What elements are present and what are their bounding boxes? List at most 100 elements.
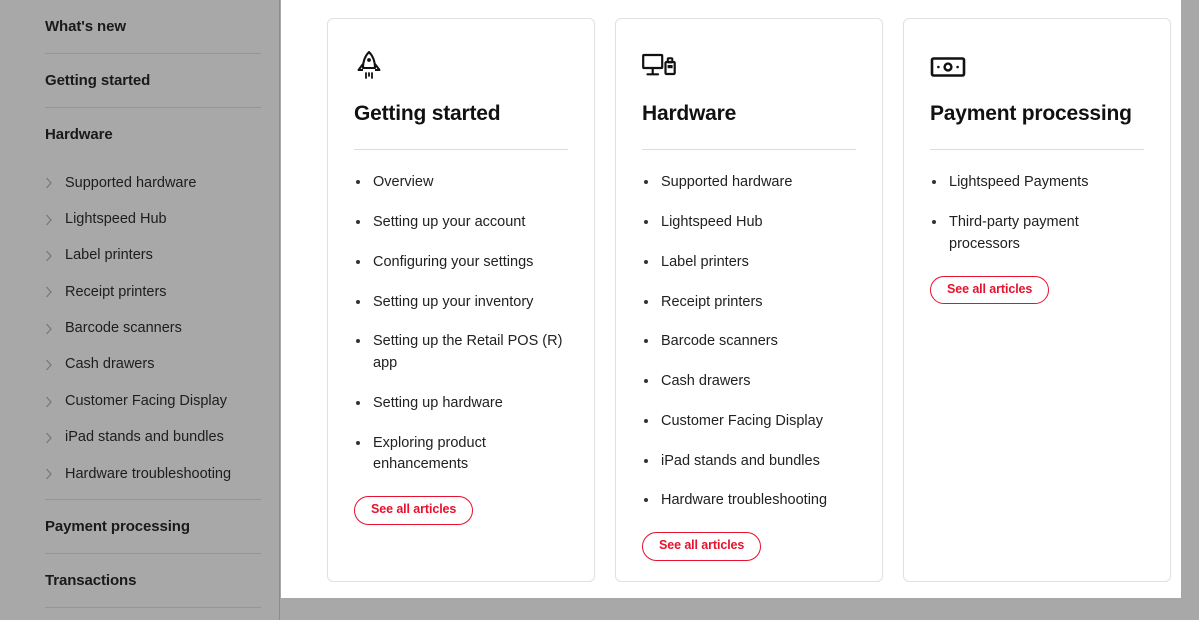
chevron-right-icon xyxy=(45,214,65,226)
sidebar-item-label: Supported hardware xyxy=(65,174,197,191)
sidebar-item-supported-hardware[interactable]: Supported hardware xyxy=(45,165,261,201)
list-item[interactable]: Setting up hardware xyxy=(354,393,568,415)
list-item-label: Supported hardware xyxy=(661,174,793,191)
see-all-articles-button[interactable]: See all articles xyxy=(642,532,762,561)
chevron-right-icon xyxy=(45,323,65,335)
list-item[interactable]: Configuring your settings xyxy=(354,252,568,274)
sidebar-item-label: Transactions xyxy=(45,571,137,589)
sidebar-item-label: Payment processing xyxy=(45,517,190,535)
sidebar-item-label: Cash drawers xyxy=(65,356,155,373)
sidebar-item-inventory[interactable]: Inventory xyxy=(45,608,261,620)
sidebar-item-label: Hardware troubleshooting xyxy=(65,465,232,482)
list-item-label: Hardware troubleshooting xyxy=(661,492,828,509)
list-item-label: Label printers xyxy=(661,253,749,270)
list-item-label: Third-party payment processors xyxy=(949,214,1079,252)
card-title: Payment processing xyxy=(930,102,1132,125)
list-item[interactable]: Setting up the Retail POS (R) app xyxy=(354,331,568,375)
list-item[interactable]: Receipt printers xyxy=(642,292,856,314)
sidebar-item-cash-drawers[interactable]: Cash drawers xyxy=(45,347,261,383)
sidebar-item-label: Receipt printers xyxy=(65,283,167,300)
card-list-wrapper: Lightspeed Payments Third-party payment … xyxy=(930,172,1144,255)
card-title: Getting started xyxy=(354,102,501,125)
chevron-right-icon xyxy=(45,250,65,262)
sidebar-item-customer-facing-display[interactable]: Customer Facing Display xyxy=(45,383,261,419)
rocket-icon xyxy=(354,47,568,87)
chevron-right-icon xyxy=(45,359,65,371)
card-divider xyxy=(930,149,1144,151)
sidebar-item-label: What's new xyxy=(45,18,126,35)
list-item[interactable]: Lightspeed Payments xyxy=(930,172,1144,194)
list-item-label: Setting up hardware xyxy=(373,394,503,411)
list-item-label: Lightspeed Hub xyxy=(661,214,763,230)
sidebar-item-transactions[interactable]: Transactions xyxy=(45,554,261,607)
list-item[interactable]: Setting up your inventory xyxy=(354,292,568,314)
list-item-label: Cash drawers xyxy=(661,373,751,389)
chevron-right-icon xyxy=(45,468,65,480)
list-item-label: Setting up your account xyxy=(373,214,526,230)
card-article-list: Supported hardware Lightspeed Hub Label … xyxy=(642,172,856,512)
see-all-articles-button[interactable]: See all articles xyxy=(930,275,1050,305)
list-item[interactable]: Lightspeed Hub xyxy=(642,212,856,234)
list-item-label: Setting up your inventory xyxy=(373,293,534,310)
sidebar-item-lightspeed-hub[interactable]: Lightspeed Hub xyxy=(45,201,261,237)
list-item[interactable]: iPad stands and bundles xyxy=(642,451,856,473)
sidebar-item-ipad-stands-and-bundles[interactable]: iPad stands and bundles xyxy=(45,420,261,456)
list-item-label: Barcode scanners xyxy=(661,333,778,350)
list-item[interactable]: Customer Facing Display xyxy=(642,411,856,433)
category-card-getting-started: Getting started Overview Setting up your… xyxy=(327,18,595,582)
category-card-payment-processing: Payment processing Lightspeed Payments T… xyxy=(903,18,1171,582)
list-item-label: Lightspeed Payments xyxy=(949,174,1089,191)
card-divider xyxy=(354,149,568,151)
sidebar-subitems: Supported hardware Lightspeed Hub Label … xyxy=(45,161,261,499)
card-divider xyxy=(642,149,856,151)
sidebar-item-payment-processing[interactable]: Payment processing xyxy=(45,500,261,553)
category-card-hardware: Hardware Supported hardware Lightspeed H… xyxy=(615,18,883,582)
sidebar-item-label: Hardware xyxy=(45,126,113,143)
chevron-right-icon xyxy=(45,177,65,189)
list-item-label: Setting up the Retail POS (R) app xyxy=(373,333,563,371)
sidebar-item-label: Barcode scanners xyxy=(65,320,182,337)
list-item[interactable]: Supported hardware xyxy=(642,172,856,194)
sidebar-item-barcode-scanners[interactable]: Barcode scanners xyxy=(45,311,261,347)
list-item-label: Customer Facing Display xyxy=(661,412,823,429)
category-card-grid: Getting started Overview Setting up your… xyxy=(327,18,1171,582)
sidebar-item-whats-new[interactable]: What's new xyxy=(45,0,261,53)
sidebar-item-label: iPad stands and bundles xyxy=(65,429,224,446)
sidebar-item-hardware[interactable]: Hardware xyxy=(45,108,261,161)
chevron-right-icon xyxy=(45,286,65,298)
sidebar-item-label: Label printers xyxy=(65,247,153,264)
sidebar-item-label: Getting started xyxy=(45,72,151,89)
sidebar-item-label-printers[interactable]: Label printers xyxy=(45,238,261,274)
sidebar-item-label: Customer Facing Display xyxy=(65,392,227,409)
card-list-wrapper: Supported hardware Lightspeed Hub Label … xyxy=(642,172,856,512)
card-list-wrapper: Overview Setting up your account Configu… xyxy=(354,172,568,476)
sidebar-navigation: What's new Getting started Hardware Supp… xyxy=(0,0,280,620)
sidebar-item-getting-started[interactable]: Getting started xyxy=(45,54,261,107)
main-content-area: Getting started Overview Setting up your… xyxy=(281,0,1181,598)
card-title: Hardware xyxy=(642,102,737,125)
list-item-label: Exploring product enhancements xyxy=(373,434,486,473)
sidebar-item-receipt-printers[interactable]: Receipt printers xyxy=(45,274,261,310)
sidebar-group: What's new Getting started Hardware Supp… xyxy=(45,0,261,620)
card-article-list: Lightspeed Payments Third-party payment … xyxy=(930,172,1144,255)
list-item-label: iPad stands and bundles xyxy=(661,452,820,469)
list-item[interactable]: Hardware troubleshooting xyxy=(642,490,856,512)
list-item-label: Configuring your settings xyxy=(373,253,534,270)
monitor-device-icon xyxy=(642,47,856,87)
list-item[interactable]: Exploring product enhancements xyxy=(354,433,568,477)
card-article-list: Overview Setting up your account Configu… xyxy=(354,172,568,476)
chevron-right-icon xyxy=(45,396,65,408)
list-item[interactable]: Barcode scanners xyxy=(642,331,856,353)
see-all-articles-button[interactable]: See all articles xyxy=(354,496,474,525)
list-item[interactable]: Setting up your account xyxy=(354,212,568,234)
list-item-label: Receipt printers xyxy=(661,293,763,310)
banknote-icon xyxy=(930,47,1144,87)
sidebar-item-label: Lightspeed Hub xyxy=(65,210,167,227)
chevron-right-icon xyxy=(45,432,65,444)
list-item[interactable]: Label printers xyxy=(642,252,856,274)
list-item[interactable]: Cash drawers xyxy=(642,371,856,393)
list-item[interactable]: Third-party payment processors xyxy=(930,212,1144,256)
list-item-label: Overview xyxy=(373,174,434,191)
sidebar-item-hardware-troubleshooting[interactable]: Hardware troubleshooting xyxy=(45,456,261,492)
list-item[interactable]: Overview xyxy=(354,172,568,194)
